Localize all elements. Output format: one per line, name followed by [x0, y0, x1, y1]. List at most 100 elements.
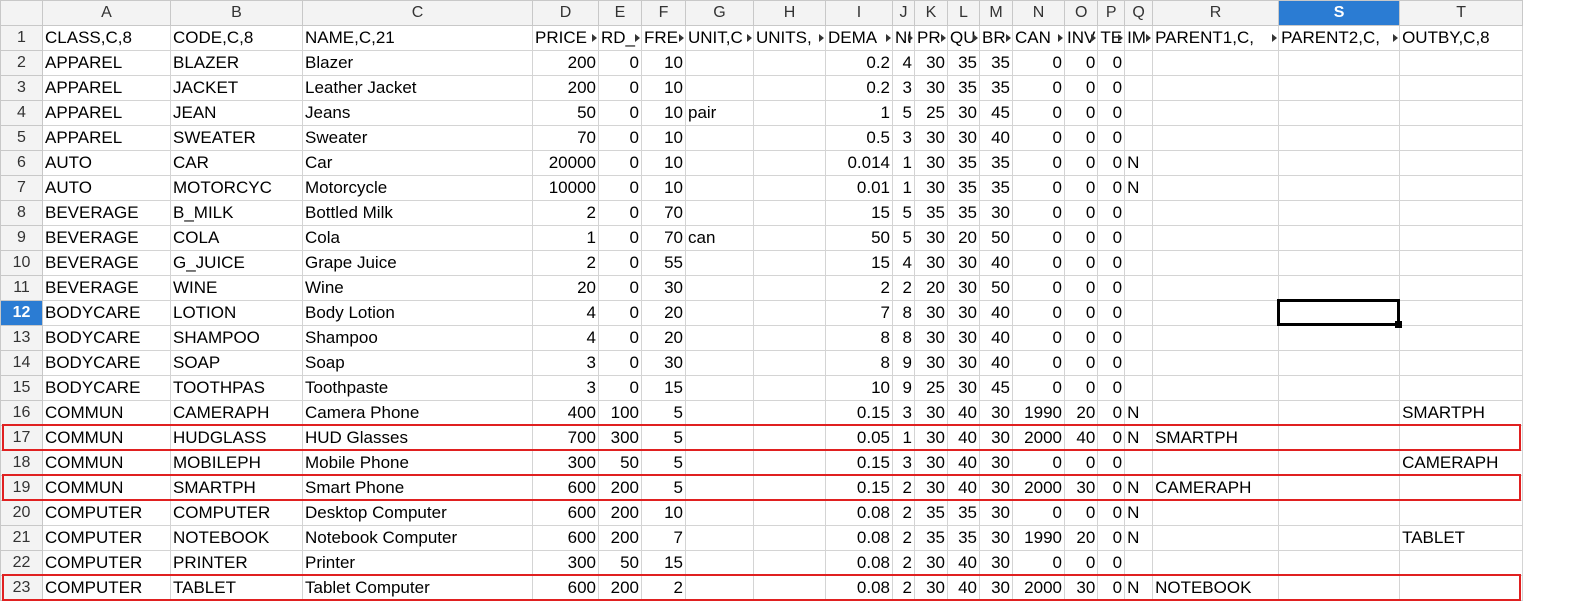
cell-d23[interactable]: 600: [532, 575, 599, 601]
cell-j12[interactable]: 8: [892, 300, 915, 326]
cell-k22[interactable]: 30: [914, 550, 948, 576]
cell-m21[interactable]: 30: [979, 525, 1013, 551]
cell-e7[interactable]: 0: [598, 175, 642, 201]
cell-f4[interactable]: 10: [641, 100, 686, 126]
cell-j22[interactable]: 2: [892, 550, 915, 576]
cell-s22[interactable]: [1278, 550, 1401, 576]
column-header-t[interactable]: T: [1399, 0, 1524, 26]
cell-j2[interactable]: 4: [892, 50, 915, 76]
cell-s15[interactable]: [1278, 375, 1401, 401]
cell-l5[interactable]: 30: [947, 125, 980, 151]
cell-m1[interactable]: BR: [979, 25, 1013, 51]
cell-t1[interactable]: OUTBY,C,8: [1399, 25, 1524, 51]
cell-j13[interactable]: 8: [892, 325, 915, 351]
cell-i22[interactable]: 0.08: [825, 550, 893, 576]
cell-k13[interactable]: 30: [914, 325, 948, 351]
cell-j20[interactable]: 2: [892, 500, 915, 526]
cell-m20[interactable]: 30: [979, 500, 1013, 526]
cell-a14[interactable]: BODYCARE: [42, 350, 171, 376]
column-header-k[interactable]: K: [914, 0, 948, 26]
cell-h2[interactable]: [753, 50, 826, 76]
cell-o22[interactable]: 0: [1063, 550, 1099, 576]
cell-e12[interactable]: 0: [598, 300, 642, 326]
cell-t21[interactable]: TABLET: [1399, 525, 1524, 551]
cell-q14[interactable]: [1124, 350, 1154, 376]
cell-a18[interactable]: COMMUN: [42, 450, 171, 476]
cell-o4[interactable]: 0: [1063, 100, 1099, 126]
cell-n21[interactable]: 1990: [1012, 525, 1065, 551]
cell-t17[interactable]: [1399, 425, 1524, 451]
cell-k18[interactable]: 30: [914, 450, 948, 476]
cell-t19[interactable]: [1399, 475, 1524, 501]
cell-s9[interactable]: [1278, 225, 1401, 251]
column-header-g[interactable]: G: [685, 0, 754, 26]
cell-e14[interactable]: 0: [598, 350, 642, 376]
cell-r7[interactable]: [1152, 175, 1280, 201]
cell-e20[interactable]: 200: [598, 500, 642, 526]
cell-p15[interactable]: 0: [1097, 375, 1126, 401]
cell-g1[interactable]: UNIT,C: [685, 25, 754, 51]
cell-e8[interactable]: 0: [598, 200, 642, 226]
cell-h14[interactable]: [753, 350, 826, 376]
cell-h6[interactable]: [753, 150, 826, 176]
cell-m19[interactable]: 30: [979, 475, 1013, 501]
cell-a22[interactable]: COMPUTER: [42, 550, 171, 576]
cell-f17[interactable]: 5: [641, 425, 686, 451]
cell-f18[interactable]: 5: [641, 450, 686, 476]
cell-r14[interactable]: [1152, 350, 1280, 376]
cell-n6[interactable]: 0: [1012, 150, 1065, 176]
cell-h17[interactable]: [753, 425, 826, 451]
cell-n14[interactable]: 0: [1012, 350, 1065, 376]
cell-f1[interactable]: FRE: [641, 25, 686, 51]
row-header-18[interactable]: 18: [0, 450, 43, 476]
cell-g3[interactable]: [685, 75, 754, 101]
cell-i19[interactable]: 0.15: [825, 475, 893, 501]
cell-o5[interactable]: 0: [1063, 125, 1099, 151]
cell-r2[interactable]: [1152, 50, 1280, 76]
cell-b11[interactable]: WINE: [170, 275, 303, 301]
cell-o15[interactable]: 0: [1063, 375, 1099, 401]
cell-t23[interactable]: [1399, 575, 1524, 601]
row-header-11[interactable]: 11: [0, 275, 43, 301]
cell-m6[interactable]: 35: [979, 150, 1013, 176]
cell-d20[interactable]: 600: [532, 500, 599, 526]
cell-j17[interactable]: 1: [892, 425, 915, 451]
cell-t3[interactable]: [1399, 75, 1524, 101]
cell-o17[interactable]: 40: [1063, 425, 1099, 451]
row-header-12[interactable]: 12: [0, 300, 43, 326]
column-header-q[interactable]: Q: [1124, 0, 1154, 26]
cell-b20[interactable]: COMPUTER: [170, 500, 303, 526]
cell-r19[interactable]: CAMERAPH: [1152, 475, 1280, 501]
cell-b22[interactable]: PRINTER: [170, 550, 303, 576]
cell-n19[interactable]: 2000: [1012, 475, 1065, 501]
cell-j16[interactable]: 3: [892, 400, 915, 426]
cell-d17[interactable]: 700: [532, 425, 599, 451]
cell-i16[interactable]: 0.15: [825, 400, 893, 426]
cell-o2[interactable]: 0: [1063, 50, 1099, 76]
cell-a20[interactable]: COMPUTER: [42, 500, 171, 526]
cell-b17[interactable]: HUDGLASS: [170, 425, 303, 451]
cell-n9[interactable]: 0: [1012, 225, 1065, 251]
cell-p6[interactable]: 0: [1097, 150, 1126, 176]
cell-s12[interactable]: [1278, 300, 1401, 326]
cell-e2[interactable]: 0: [598, 50, 642, 76]
row-header-20[interactable]: 20: [0, 500, 43, 526]
cell-c23[interactable]: Tablet Computer: [302, 575, 533, 601]
cell-t7[interactable]: [1399, 175, 1524, 201]
cell-j5[interactable]: 3: [892, 125, 915, 151]
cell-q6[interactable]: N: [1124, 150, 1154, 176]
cell-d18[interactable]: 300: [532, 450, 599, 476]
cell-s13[interactable]: [1278, 325, 1401, 351]
cell-m14[interactable]: 40: [979, 350, 1013, 376]
column-header-l[interactable]: L: [947, 0, 980, 26]
cell-p16[interactable]: 0: [1097, 400, 1126, 426]
cell-o20[interactable]: 0: [1063, 500, 1099, 526]
cell-p11[interactable]: 0: [1097, 275, 1126, 301]
cell-r9[interactable]: [1152, 225, 1280, 251]
cell-h7[interactable]: [753, 175, 826, 201]
cell-j19[interactable]: 2: [892, 475, 915, 501]
cell-q18[interactable]: [1124, 450, 1154, 476]
column-header-d[interactable]: D: [532, 0, 599, 26]
cell-c6[interactable]: Car: [302, 150, 533, 176]
row-header-7[interactable]: 7: [0, 175, 43, 201]
